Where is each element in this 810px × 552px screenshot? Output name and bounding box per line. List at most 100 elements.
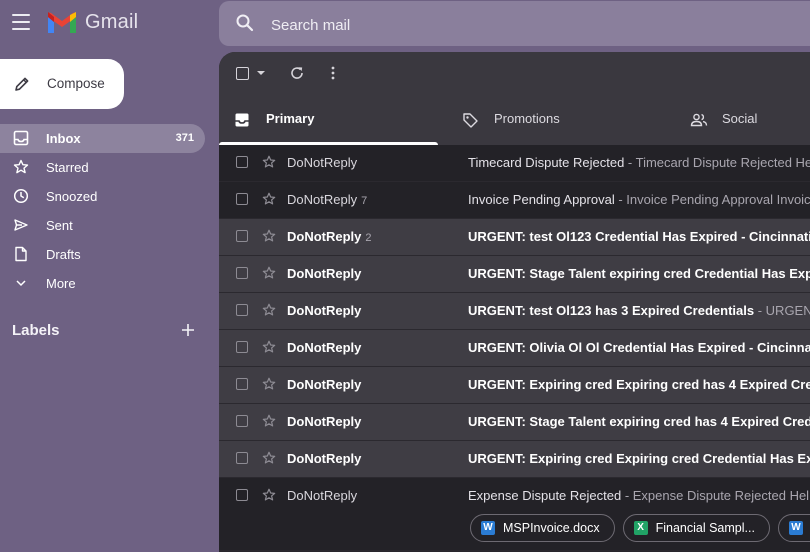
star-icon[interactable] — [262, 488, 276, 502]
star-icon[interactable] — [262, 377, 276, 391]
sender-name: DoNotReply — [287, 229, 362, 244]
row-checkbox[interactable] — [236, 230, 248, 242]
email-row[interactable]: DoNotReply URGENT: Olivia Ol Ol Credenti… — [219, 330, 810, 367]
email-row[interactable]: DoNotReply Timecard Dispute Rejected - T… — [219, 145, 810, 182]
star-icon[interactable] — [262, 229, 276, 243]
row-checkbox[interactable] — [236, 378, 248, 390]
attachment-name: MSPInvoice.docx — [503, 521, 600, 535]
star-icon[interactable] — [262, 266, 276, 280]
chevron-down-icon — [16, 280, 26, 287]
select-menu-caret-icon[interactable] — [257, 71, 265, 75]
email-snippet: - Timecard Dispute Rejected Hello — [624, 155, 810, 170]
sender-name: DoNotReply — [287, 377, 362, 392]
draft-icon — [15, 246, 27, 262]
select-all-checkbox[interactable] — [236, 67, 249, 80]
compose-button[interactable]: Compose — [0, 59, 124, 109]
sidebar-item-snoozed[interactable]: Snoozed — [0, 182, 205, 211]
people-icon — [690, 113, 708, 127]
sidebar-item-inbox[interactable]: Inbox 371 — [0, 124, 205, 153]
email-subject: URGENT: Expiring cred Expiring cred has … — [468, 377, 810, 392]
sender-name: DoNotReply — [287, 266, 362, 281]
email-snippet: - URGENT: t — [757, 303, 810, 318]
email-subject: URGENT: test Ol123 has 3 Expired Credent… — [468, 303, 755, 318]
sidebar-item-drafts[interactable]: Drafts — [0, 240, 205, 269]
star-icon[interactable] — [262, 451, 276, 465]
sidebar-item-label: Drafts — [46, 247, 81, 262]
star-icon — [13, 159, 29, 174]
row-checkbox[interactable] — [236, 452, 248, 464]
mail-panel: Primary Promotions Social DoNotReply Tim… — [219, 52, 810, 552]
sidebar-item-sent[interactable]: Sent — [0, 211, 205, 240]
email-list: DoNotReply Timecard Dispute Rejected - T… — [219, 145, 810, 551]
inbox-icon — [13, 130, 29, 146]
email-row[interactable]: DoNotReply URGENT: Stage Talent expiring… — [219, 404, 810, 441]
sidebar-item-label: Sent — [46, 218, 73, 233]
tab-social[interactable]: Social — [675, 94, 810, 145]
attachment-chip[interactable]: X Financial Sampl... — [622, 514, 770, 542]
sender-name: DoNotReply — [287, 414, 362, 429]
tab-label: Promotions — [494, 111, 560, 126]
email-subject: URGENT: test Ol123 Credential Has Expire… — [468, 229, 810, 244]
sidebar-item-label: Inbox — [46, 131, 81, 146]
row-checkbox[interactable] — [236, 304, 248, 316]
email-subject: URGENT: Stage Talent expiring cred Crede… — [468, 266, 810, 281]
star-icon[interactable] — [262, 155, 276, 169]
more-vertical-icon[interactable] — [330, 66, 336, 80]
sender-name: DoNotReply — [287, 488, 358, 503]
sidebar-item-starred[interactable]: Starred — [0, 153, 205, 182]
attachment-chip[interactable]: WH — [777, 514, 810, 542]
email-row[interactable]: DoNotReply Expense Dispute Rejected - Ex… — [219, 478, 810, 551]
tag-icon — [463, 113, 478, 128]
search-icon[interactable] — [235, 13, 255, 33]
email-row[interactable]: DoNotReply URGENT: Expiring cred Expirin… — [219, 441, 810, 478]
star-icon[interactable] — [262, 192, 276, 206]
gmail-logo-icon — [48, 12, 76, 33]
category-tabs: Primary Promotions Social — [219, 94, 810, 146]
row-checkbox[interactable] — [236, 193, 248, 205]
send-icon — [14, 219, 28, 231]
search-bar[interactable] — [219, 1, 810, 46]
sender-name: DoNotReply — [287, 303, 362, 318]
email-subject: URGENT: Stage Talent expiring cred has 4… — [468, 414, 810, 429]
mail-toolbar — [219, 52, 810, 94]
star-icon[interactable] — [262, 414, 276, 428]
email-row[interactable]: DoNotReply URGENT: Expiring cred Expirin… — [219, 367, 810, 404]
sender-name: DoNotReply — [287, 192, 358, 207]
thread-count: 7 — [361, 195, 368, 207]
email-subject: Invoice Pending Approval — [468, 192, 615, 207]
star-icon[interactable] — [262, 303, 276, 317]
clock-icon — [13, 188, 29, 204]
inbox-tab-icon — [235, 113, 249, 127]
pencil-icon — [15, 77, 29, 91]
attachment-name: Financial Sampl... — [655, 521, 755, 535]
email-snippet: - Expense Dispute Rejected Hello — [621, 488, 810, 503]
row-checkbox[interactable] — [236, 415, 248, 427]
brand-name: Gmail — [85, 11, 139, 33]
row-checkbox[interactable] — [236, 489, 248, 501]
tab-primary[interactable]: Primary — [219, 94, 438, 145]
email-row[interactable]: DoNotReply 2 URGENT: test Ol123 Credentia… — [219, 219, 810, 256]
sender-name: DoNotReply — [287, 451, 362, 466]
add-label-icon[interactable] — [180, 322, 196, 338]
tab-label: Primary — [266, 111, 315, 126]
email-row[interactable]: DoNotReply URGENT: Stage Talent expiring… — [219, 256, 810, 293]
sender-name: DoNotReply — [287, 340, 362, 355]
sidebar-item-more[interactable]: More — [0, 269, 205, 298]
email-row[interactable]: DoNotReply URGENT: test Ol123 has 3 Expi… — [219, 293, 810, 330]
email-row[interactable]: DoNotReply 7 Invoice Pending Approval - I… — [219, 182, 810, 219]
attachment-chip[interactable]: W MSPInvoice.docx — [470, 514, 615, 542]
email-subject: Timecard Dispute Rejected — [468, 155, 625, 170]
row-checkbox[interactable] — [236, 341, 248, 353]
star-icon[interactable] — [262, 340, 276, 354]
search-input[interactable] — [269, 9, 693, 41]
refresh-icon[interactable] — [289, 65, 305, 81]
row-checkbox[interactable] — [236, 267, 248, 279]
word-file-icon: W — [788, 521, 803, 535]
compose-label: Compose — [47, 76, 105, 91]
excel-file-icon: X — [633, 521, 648, 535]
sender-name: DoNotReply — [287, 155, 358, 170]
tab-promotions[interactable]: Promotions — [447, 94, 666, 145]
row-checkbox[interactable] — [236, 156, 248, 168]
main-menu-button[interactable] — [12, 14, 30, 30]
email-subject: Expense Dispute Rejected — [468, 488, 622, 503]
